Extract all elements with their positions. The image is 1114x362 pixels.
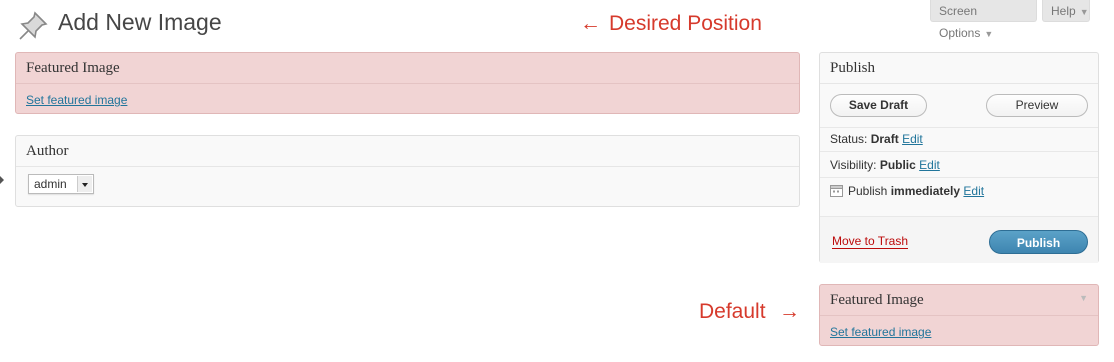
- default-annotation: Default: [699, 300, 766, 323]
- page-title: Add New Image: [58, 9, 222, 35]
- screen-options-tab[interactable]: Screen Options ▼: [930, 0, 1037, 40]
- publish-schedule-label: Publish: [848, 184, 888, 198]
- visibility-row: Visibility: Public Edit: [830, 158, 940, 172]
- desired-position-annotation: Desired Position: [609, 12, 762, 35]
- divider: [820, 127, 1098, 128]
- featured-image-box-default: Featured Image ▼ Set featured image: [819, 284, 1099, 346]
- help-tab[interactable]: Help ▼: [1042, 0, 1090, 22]
- chevron-down-icon: ▼: [984, 29, 994, 39]
- default-arrow-icon: →: [779, 300, 800, 323]
- help-label: Help: [1051, 4, 1076, 18]
- set-featured-image-link[interactable]: Set featured image: [26, 93, 127, 107]
- author-box: Author admin: [15, 135, 800, 207]
- publish-title: Publish: [820, 53, 1098, 84]
- dropdown-arrow-icon: [77, 176, 92, 192]
- author-select[interactable]: admin: [28, 174, 94, 194]
- divider: [820, 151, 1098, 152]
- featured-image-box-desired: Featured Image Set featured image: [15, 52, 800, 114]
- author-title: Author: [16, 136, 799, 167]
- set-featured-image-link[interactable]: Set featured image: [830, 325, 931, 339]
- calendar-icon: [830, 185, 843, 197]
- divider: [820, 177, 1098, 178]
- status-row: Status: Draft Edit: [830, 132, 923, 146]
- publish-box: Publish Save Draft Preview Status: Draft…: [819, 52, 1099, 263]
- featured-image-title: Featured Image: [16, 53, 799, 84]
- publish-schedule-value: immediately: [890, 184, 961, 198]
- publish-button[interactable]: Publish: [989, 230, 1088, 254]
- status-value: Draft: [870, 132, 899, 146]
- move-to-trash-link[interactable]: Move to Trash: [832, 234, 909, 249]
- visibility-label: Visibility:: [830, 158, 877, 172]
- status-edit-link[interactable]: Edit: [902, 132, 923, 146]
- save-draft-button[interactable]: Save Draft: [830, 94, 927, 117]
- desired-arrow-icon: ←: [580, 12, 601, 35]
- chevron-down-icon[interactable]: ▼: [1079, 293, 1088, 303]
- publish-schedule-edit-link[interactable]: Edit: [963, 184, 984, 198]
- visibility-value: Public: [879, 158, 916, 172]
- screen-options-label: Screen Options: [939, 4, 981, 40]
- status-label: Status:: [830, 132, 868, 146]
- pushpin-icon: [19, 11, 48, 40]
- preview-button[interactable]: Preview: [986, 94, 1088, 117]
- visibility-edit-link[interactable]: Edit: [919, 158, 940, 172]
- featured-image-title: Featured Image: [820, 285, 1098, 316]
- author-select-value: admin: [34, 177, 67, 191]
- publish-schedule-row: Publish immediately Edit: [848, 184, 984, 198]
- chevron-down-icon: ▼: [1079, 7, 1089, 17]
- pointer-arrow-icon: [0, 174, 4, 186]
